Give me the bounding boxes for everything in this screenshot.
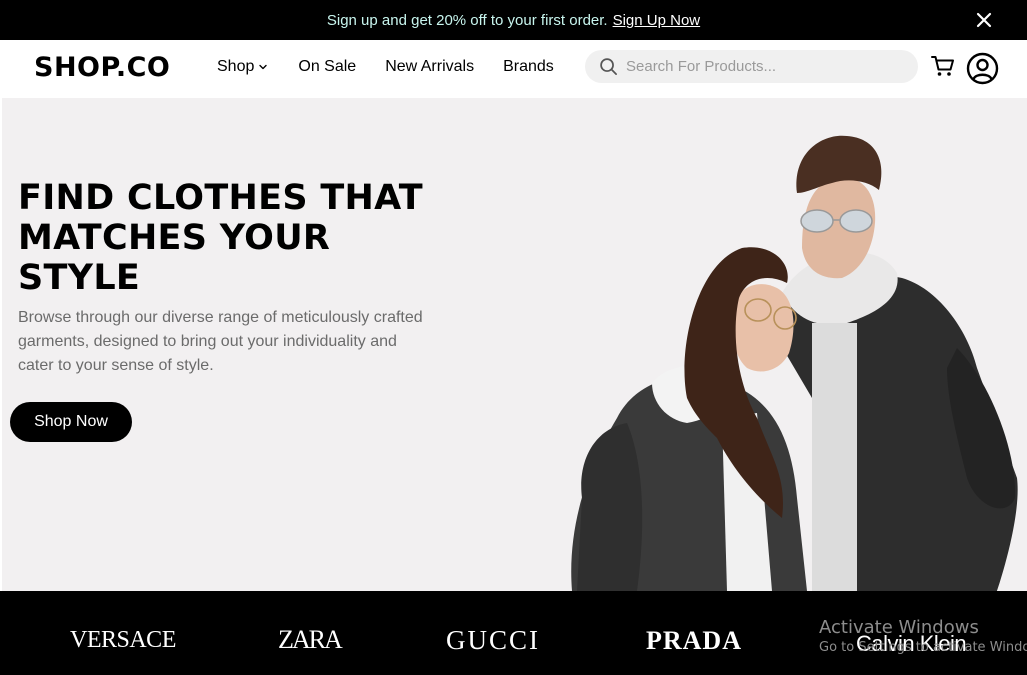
nav-brands[interactable]: Brands: [503, 58, 554, 76]
search-bar: [585, 50, 918, 83]
hero-section: FIND CLOTHES THAT MATCHES YOUR STYLE Bro…: [2, 98, 1027, 591]
brand-gucci-logo: GUCCI: [446, 625, 541, 655]
hero-description-line: cater to your sense of style.: [18, 357, 214, 374]
brand-zara-logo: ZARA: [278, 625, 343, 654]
watermark-title: Activate Windows: [819, 617, 979, 638]
site-logo[interactable]: SHOP.CO: [34, 52, 170, 83]
chevron-down-icon: [259, 64, 268, 70]
promo-message: Sign up and get 20% off to your first or…: [326, 11, 608, 29]
sign-up-link[interactable]: Sign Up Now: [613, 12, 701, 29]
hero-title-line: STYLE: [18, 258, 141, 298]
search-icon: [600, 58, 617, 75]
activate-windows-watermark: Activate Windows Go to Settings to activ…: [819, 617, 1027, 657]
brand-prada-logo: PRADA: [646, 626, 742, 655]
nav-new-arrivals[interactable]: New Arrivals: [385, 58, 474, 76]
nav-shop[interactable]: Shop: [217, 58, 268, 76]
page: Sign up and get 20% off to your first or…: [0, 0, 1027, 675]
hero-title-line: MATCHES YOUR: [18, 218, 331, 258]
account-icon[interactable]: [966, 52, 999, 85]
shop-now-button[interactable]: Shop Now: [10, 402, 132, 442]
hero-title-line: FIND CLOTHES THAT: [18, 178, 423, 218]
navbar: SHOP.CO Shop On Sale New Arrivals Brands: [0, 40, 1027, 98]
brand-versace-logo: VERSACE: [70, 627, 176, 653]
nav-shop-label: Shop: [217, 58, 255, 75]
promo-bar: Sign up and get 20% off to your first or…: [0, 0, 1027, 40]
cart-icon[interactable]: [930, 53, 956, 79]
nav-on-sale[interactable]: On Sale: [298, 58, 356, 76]
hero-description: Browse through our diverse range of meti…: [18, 306, 438, 378]
close-icon[interactable]: [975, 11, 993, 29]
hero-description-line: garments, designed to bring out your ind…: [18, 333, 397, 350]
hero-image: [571, 135, 1018, 591]
main-menu: Shop On Sale New Arrivals Brands: [217, 58, 583, 76]
hero-title: FIND CLOTHES THAT MATCHES YOUR STYLE: [18, 178, 438, 298]
search-input[interactable]: [626, 58, 906, 75]
watermark-subtitle: Go to Settings to activate Windows.: [819, 640, 1027, 655]
hero-description-line: Browse through our diverse range of meti…: [18, 309, 423, 326]
